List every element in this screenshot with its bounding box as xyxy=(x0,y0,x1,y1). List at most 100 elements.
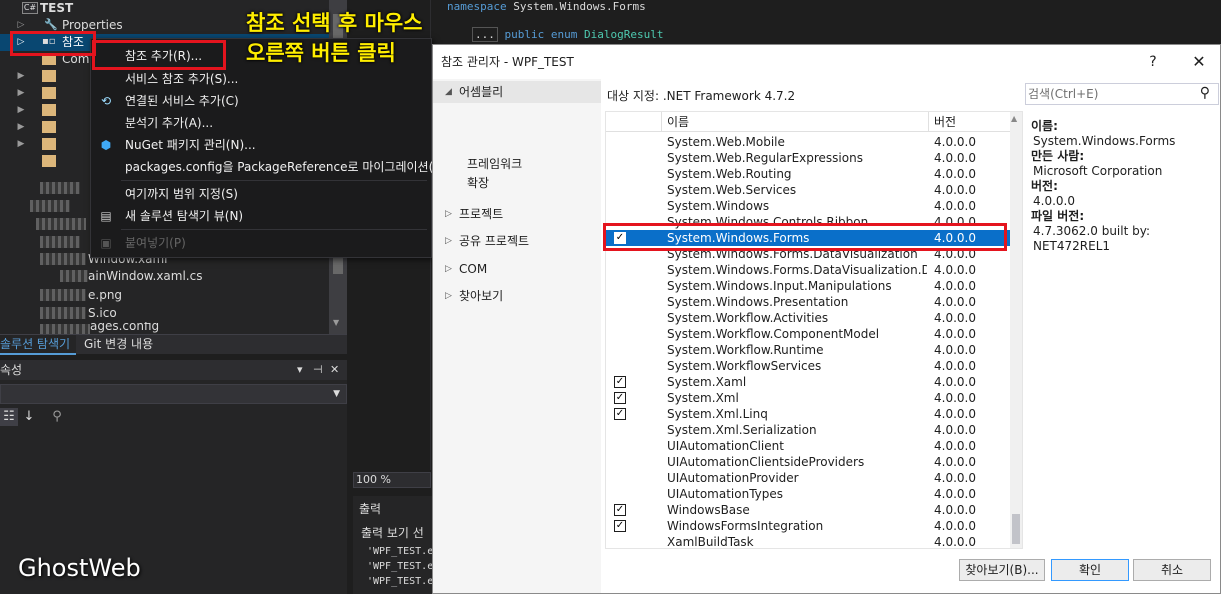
row-checkbox[interactable]: ✓ xyxy=(614,392,626,404)
column-header-version[interactable]: 버전 xyxy=(928,112,1010,132)
pin-icon[interactable]: ⊣ xyxy=(313,360,323,380)
list-row[interactable]: ✓ System.Xml 4.0.0.0 xyxy=(606,390,1010,406)
nav-extensions[interactable]: 확장 xyxy=(467,174,489,192)
nav-projects[interactable]: ▷ 프로젝트 xyxy=(433,203,601,225)
tree-item-file[interactable]: ages.config xyxy=(0,322,347,334)
folder-icon xyxy=(42,121,56,133)
row-name: UIAutomationProvider xyxy=(667,471,799,485)
folder-icon xyxy=(42,155,56,167)
dropdown-icon[interactable]: ▾ xyxy=(297,360,303,380)
row-version: 4.0.0.0 xyxy=(934,327,976,341)
tree-item-file[interactable]: S.ico xyxy=(0,305,347,322)
list-row[interactable]: UIAutomationClientsideProviders 4.0.0.0 xyxy=(606,454,1010,470)
tree-item-file[interactable]: ainWindow.xaml.cs xyxy=(0,268,347,285)
list-row[interactable]: XamlBuildTask 4.0.0.0 xyxy=(606,534,1010,548)
dialog-titlebar[interactable]: 참조 관리자 - WPF_TEST ? ✕ xyxy=(433,45,1220,79)
list-row[interactable]: System.Web.Routing 4.0.0.0 xyxy=(606,166,1010,182)
zoom-combo[interactable]: 100 % xyxy=(353,472,431,488)
property-pages-icon[interactable]: ⚲ xyxy=(48,408,66,426)
row-checkbox[interactable]: ✓ xyxy=(614,520,626,532)
cancel-button[interactable]: 취소 xyxy=(1133,559,1211,581)
list-row[interactable]: System.Windows.Input.Manipulations 4.0.0.… xyxy=(606,278,1010,294)
expand-arrow-icon[interactable]: ▷ xyxy=(445,285,452,307)
nav-com[interactable]: ▷ COM xyxy=(433,258,601,280)
list-row[interactable]: System.Web.RegularExpressions 4.0.0.0 xyxy=(606,150,1010,166)
menu-item-add-service-reference[interactable]: 서비스 참조 추가(S)... xyxy=(91,68,431,90)
ok-button[interactable]: 확인 xyxy=(1051,559,1129,581)
tab-git-changes[interactable]: Git 변경 내용 xyxy=(84,335,153,355)
list-row[interactable]: UIAutomationProvider 4.0.0.0 xyxy=(606,470,1010,486)
nav-framework[interactable]: 프레임워크 xyxy=(467,155,522,173)
sort-alpha-icon[interactable]: ↓ xyxy=(20,408,38,426)
enum-name: DialogResult xyxy=(583,28,664,41)
list-row[interactable]: System.Workflow.Runtime 4.0.0.0 xyxy=(606,342,1010,358)
categorized-icon[interactable]: ☷ xyxy=(0,408,18,426)
nav-shared-projects[interactable]: ▷ 공유 프로젝트 xyxy=(433,230,601,252)
list-row[interactable]: UIAutomationTypes 4.0.0.0 xyxy=(606,486,1010,502)
list-row[interactable]: System.Web.Mobile 4.0.0.0 xyxy=(606,134,1010,150)
scroll-up-icon[interactable]: ▲ xyxy=(1011,114,1017,123)
expand-arrow-icon[interactable]: ▶ xyxy=(16,85,26,102)
list-row[interactable]: ✓ System.Xml.Linq 4.0.0.0 xyxy=(606,406,1010,422)
search-input[interactable] xyxy=(1028,86,1188,102)
expand-arrow-icon[interactable]: ▷ xyxy=(445,258,452,280)
menu-item-add-analyzer[interactable]: 분석기 추가(A)... xyxy=(91,112,431,134)
menu-item-label: 분석기 추가(A)... xyxy=(125,116,214,130)
menu-item-add-connected-service[interactable]: ⟲ 연결된 서비스 추가(C) xyxy=(91,90,431,112)
row-checkbox[interactable]: ✓ xyxy=(614,408,626,420)
row-name: System.Windows.Input.Manipulations xyxy=(667,279,892,293)
close-icon[interactable]: ✕ xyxy=(330,360,339,380)
expand-arrow-icon[interactable]: ▶ xyxy=(16,119,26,136)
list-row[interactable]: System.Windows 4.0.0.0 xyxy=(606,198,1010,214)
detail-label-name: 이름: xyxy=(1031,119,1058,133)
row-checkbox[interactable]: ✓ xyxy=(614,504,626,516)
blurred-file-icon xyxy=(30,200,70,212)
menu-item-label: NuGet 패키지 관리(N)... xyxy=(125,138,256,152)
search-icon[interactable]: ⚲ xyxy=(1200,85,1210,101)
list-row[interactable]: ✓ WindowsBase 4.0.0.0 xyxy=(606,502,1010,518)
list-row[interactable]: UIAutomationClient 4.0.0.0 xyxy=(606,438,1010,454)
menu-item-manage-nuget[interactable]: ⬢ NuGet 패키지 관리(N)... xyxy=(91,134,431,156)
help-button[interactable]: ? xyxy=(1143,45,1163,79)
tree-item-file[interactable]: e.png xyxy=(0,287,347,304)
search-box[interactable]: ⚲ xyxy=(1025,83,1219,105)
menu-item-new-explorer-view[interactable]: ▤ 새 솔루션 탐색기 뷰(N) xyxy=(91,205,431,227)
blurred-file-icon xyxy=(60,270,88,282)
expand-arrow-icon[interactable]: ▷ xyxy=(445,230,452,252)
properties-object-combo[interactable]: ▼ xyxy=(0,384,347,404)
list-row[interactable]: System.Workflow.ComponentModel 4.0.0.0 xyxy=(606,326,1010,342)
menu-item-scope-to-this[interactable]: 여기까지 범위 지정(S) xyxy=(91,183,431,205)
scrollbar-thumb[interactable] xyxy=(1012,514,1020,544)
list-row[interactable]: System.Workflow.Activities 4.0.0.0 xyxy=(606,310,1010,326)
output-title: 출력 xyxy=(359,502,382,516)
expand-arrow-icon[interactable]: ▷ xyxy=(445,203,452,225)
tree-item-label: ainWindow.xaml.cs xyxy=(88,269,203,283)
list-row[interactable]: System.Windows.Presentation 4.0.0.0 xyxy=(606,294,1010,310)
column-header-name[interactable]: 이름 xyxy=(661,112,928,132)
scroll-down-icon[interactable]: ▼ xyxy=(333,318,339,327)
list-row[interactable]: System.WorkflowServices 4.0.0.0 xyxy=(606,358,1010,374)
collapsed-region[interactable]: ... xyxy=(472,27,498,42)
list-row[interactable]: ✓ WindowsFormsIntegration 4.0.0.0 xyxy=(606,518,1010,534)
list-row[interactable]: System.Windows.Forms.DataVisualization.D… xyxy=(606,262,1010,278)
list-row[interactable]: System.Xml.Serialization 4.0.0.0 xyxy=(606,422,1010,438)
row-version: 4.0.0.0 xyxy=(934,279,976,293)
tab-solution-explorer[interactable]: 솔루션 탐색기 xyxy=(0,335,77,355)
expand-arrow-icon[interactable]: ▶ xyxy=(16,136,26,153)
browse-button[interactable]: 찾아보기(B)... xyxy=(959,559,1045,581)
nav-assemblies[interactable]: ◢ 어셈블리 xyxy=(433,81,601,103)
menu-item-migrate-packages[interactable]: packages.config을 PackageReference로 마이그레이… xyxy=(91,156,448,178)
row-name: System.Windows.Presentation xyxy=(667,295,849,309)
menu-item-label: 연결된 서비스 추가(C) xyxy=(125,94,239,108)
collapse-arrow-icon[interactable]: ◢ xyxy=(445,81,452,103)
expand-arrow-icon[interactable]: ▶ xyxy=(16,68,26,85)
row-checkbox[interactable]: ✓ xyxy=(614,376,626,388)
list-scrollbar[interactable]: ▲ xyxy=(1010,112,1022,548)
list-row[interactable]: System.Web.Services 4.0.0.0 xyxy=(606,182,1010,198)
list-row[interactable]: ✓ System.Xaml 4.0.0.0 xyxy=(606,374,1010,390)
close-button[interactable]: ✕ xyxy=(1187,45,1211,79)
row-name: System.Windows xyxy=(667,199,770,213)
expand-arrow-icon[interactable]: ▶ xyxy=(16,102,26,119)
nav-browse[interactable]: ▷ 찾아보기 xyxy=(433,285,601,307)
menu-item-paste[interactable]: ▣ 붙여넣기(P) xyxy=(91,232,431,254)
